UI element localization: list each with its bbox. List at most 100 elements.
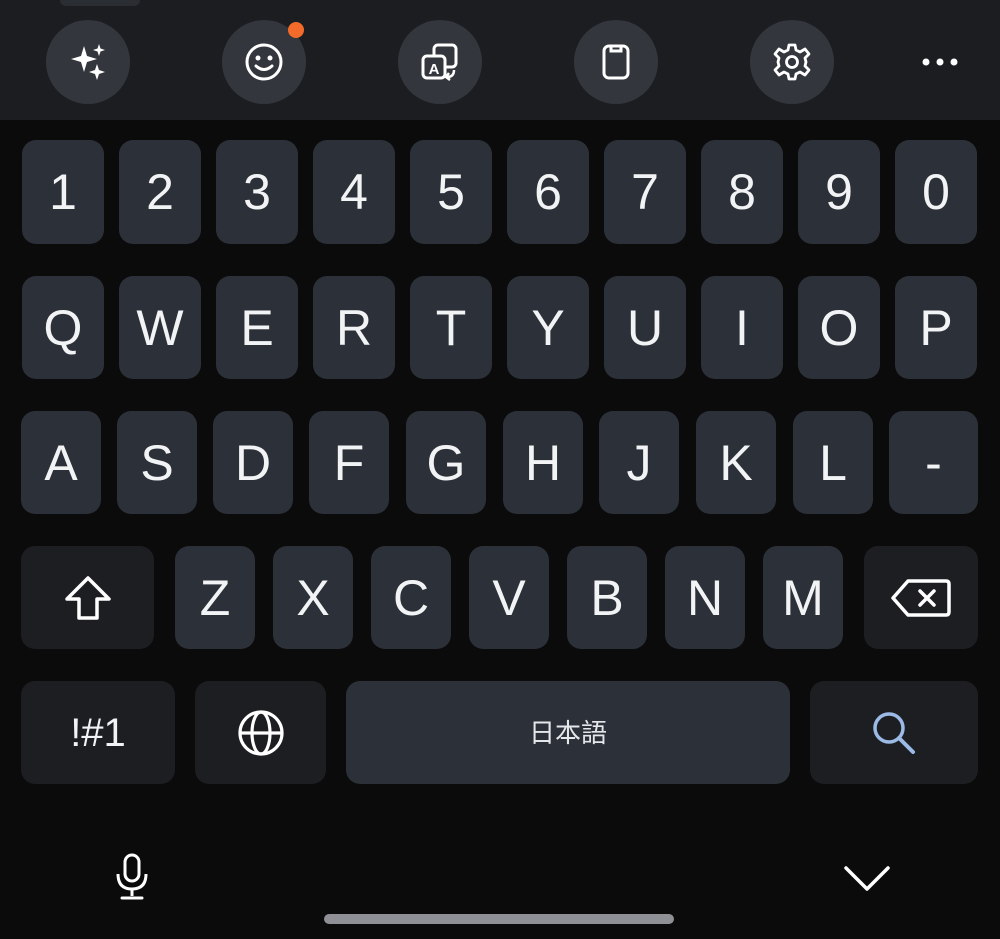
chevron-down-icon bbox=[844, 866, 890, 891]
emoji-icon bbox=[245, 43, 283, 81]
key-label: C bbox=[392, 569, 430, 626]
more-button[interactable] bbox=[910, 42, 970, 82]
backspace-key[interactable] bbox=[864, 546, 978, 649]
key-7[interactable]: 7 bbox=[604, 140, 686, 244]
settings-gear-icon bbox=[773, 43, 811, 81]
key-label: J bbox=[626, 434, 652, 491]
clipboard-icon bbox=[602, 44, 630, 80]
backspace-icon bbox=[891, 578, 951, 617]
symbols-label: !#1 bbox=[70, 710, 126, 755]
key-k[interactable]: K bbox=[696, 411, 776, 514]
key-1[interactable]: 1 bbox=[22, 140, 104, 244]
key-f[interactable]: F bbox=[309, 411, 389, 514]
key-a[interactable]: A bbox=[21, 411, 101, 514]
shift-key[interactable] bbox=[21, 546, 154, 649]
voice-input-button[interactable] bbox=[110, 852, 154, 902]
key-2[interactable]: 2 bbox=[119, 140, 201, 244]
key-s[interactable]: S bbox=[117, 411, 197, 514]
language-key[interactable] bbox=[195, 681, 326, 784]
key-5[interactable]: 5 bbox=[410, 140, 492, 244]
key-label: O bbox=[819, 299, 859, 356]
key-label: 7 bbox=[631, 164, 659, 220]
key-label: 3 bbox=[243, 164, 271, 220]
key-r[interactable]: R bbox=[313, 276, 395, 379]
key-y[interactable]: Y bbox=[507, 276, 589, 379]
key-label: N bbox=[686, 569, 724, 626]
clipboard-button[interactable] bbox=[574, 20, 658, 104]
key-q[interactable]: Q bbox=[22, 276, 104, 379]
key-hyphen[interactable]: - bbox=[889, 411, 978, 514]
key-o[interactable]: O bbox=[798, 276, 880, 379]
key-label: 5 bbox=[437, 164, 465, 220]
key-label: 4 bbox=[340, 164, 368, 220]
key-label: E bbox=[240, 299, 274, 356]
key-label: M bbox=[782, 569, 824, 626]
more-dots-icon bbox=[922, 58, 958, 66]
key-label: D bbox=[234, 434, 272, 491]
space-key[interactable]: 日本語 bbox=[346, 681, 790, 784]
search-key[interactable] bbox=[810, 681, 978, 784]
key-label: 9 bbox=[825, 164, 853, 220]
key-label: 8 bbox=[728, 164, 756, 220]
ai-sparkle-button[interactable] bbox=[46, 20, 130, 104]
key-label: R bbox=[335, 299, 373, 356]
key-c[interactable]: C bbox=[371, 546, 451, 649]
key-label: S bbox=[140, 434, 174, 491]
key-label: Q bbox=[43, 299, 83, 356]
key-h[interactable]: H bbox=[503, 411, 583, 514]
key-label: T bbox=[435, 299, 467, 356]
search-icon bbox=[873, 711, 915, 754]
key-d[interactable]: D bbox=[213, 411, 293, 514]
key-label: B bbox=[590, 569, 624, 626]
key-label: F bbox=[333, 434, 365, 491]
key-i[interactable]: I bbox=[701, 276, 783, 379]
key-4[interactable]: 4 bbox=[313, 140, 395, 244]
translate-icon: A bbox=[421, 43, 458, 81]
key-label: A bbox=[44, 434, 78, 491]
key-label: W bbox=[136, 299, 184, 356]
key-6[interactable]: 6 bbox=[507, 140, 589, 244]
key-b[interactable]: B bbox=[567, 546, 647, 649]
key-g[interactable]: G bbox=[406, 411, 486, 514]
key-z[interactable]: Z bbox=[175, 546, 255, 649]
shift-arrow-icon bbox=[64, 575, 111, 620]
key-label: 6 bbox=[534, 164, 562, 220]
key-j[interactable]: J bbox=[599, 411, 679, 514]
key-n[interactable]: N bbox=[665, 546, 745, 649]
emoji-button[interactable] bbox=[222, 20, 306, 104]
ai-sparkle-icon bbox=[71, 44, 105, 80]
key-label: 2 bbox=[146, 164, 174, 220]
key-t[interactable]: T bbox=[410, 276, 492, 379]
key-8[interactable]: 8 bbox=[701, 140, 783, 244]
key-p[interactable]: P bbox=[895, 276, 977, 379]
key-label: Y bbox=[531, 299, 565, 356]
key-label: K bbox=[719, 434, 753, 491]
notification-badge bbox=[288, 22, 304, 38]
key-3[interactable]: 3 bbox=[216, 140, 298, 244]
key-w[interactable]: W bbox=[119, 276, 201, 379]
key-l[interactable]: L bbox=[793, 411, 873, 514]
hide-keyboard-button[interactable] bbox=[842, 860, 892, 894]
symbols-key[interactable]: !#1 bbox=[21, 681, 175, 784]
key-e[interactable]: E bbox=[216, 276, 298, 379]
key-label: H bbox=[524, 434, 562, 491]
translate-button[interactable]: A bbox=[398, 20, 482, 104]
key-label: L bbox=[819, 434, 847, 491]
key-m[interactable]: M bbox=[763, 546, 843, 649]
key-label: 0 bbox=[922, 164, 950, 220]
space-label: 日本語 bbox=[528, 717, 607, 748]
key-x[interactable]: X bbox=[273, 546, 353, 649]
svg-text:A: A bbox=[429, 61, 440, 78]
key-9[interactable]: 9 bbox=[798, 140, 880, 244]
key-label: U bbox=[626, 299, 664, 356]
key-u[interactable]: U bbox=[604, 276, 686, 379]
key-label: V bbox=[492, 569, 526, 626]
toolbar-top-edge bbox=[60, 0, 140, 6]
home-indicator[interactable] bbox=[324, 914, 674, 924]
key-0[interactable]: 0 bbox=[895, 140, 977, 244]
key-v[interactable]: V bbox=[469, 546, 549, 649]
settings-button[interactable] bbox=[750, 20, 834, 104]
key-label: 1 bbox=[49, 164, 77, 220]
keyboard-toolbar: A bbox=[0, 0, 1000, 120]
key-label: I bbox=[735, 299, 749, 356]
